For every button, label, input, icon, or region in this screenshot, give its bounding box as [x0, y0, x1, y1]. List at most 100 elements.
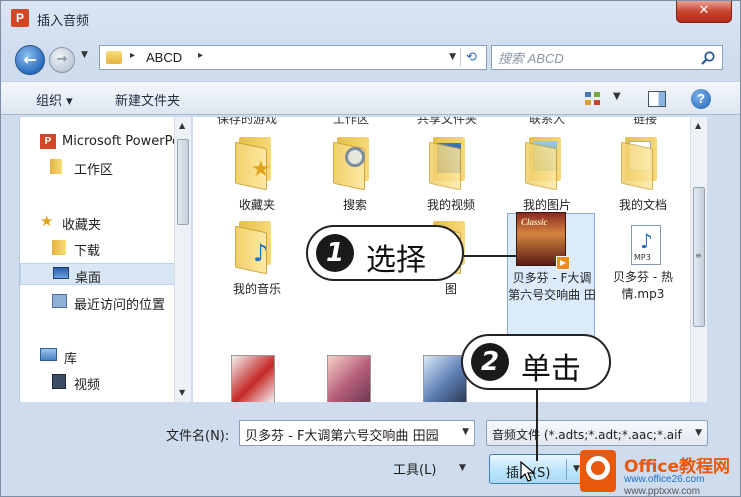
forward-button[interactable]: →	[49, 47, 75, 73]
library-icon	[40, 348, 57, 361]
search-folder-icon	[333, 137, 377, 191]
nav-item-label: 视频	[74, 378, 101, 393]
file-name-input[interactable]: 贝多芬 - F大调第六号交响曲 田园	[245, 425, 453, 443]
refresh-icon: ⟲	[466, 50, 477, 65]
mp3-file-icon: ♪ MP3	[621, 225, 665, 275]
callout-step-2: 2 单击	[461, 334, 611, 390]
file-item-my-documents[interactable]: 我的文档	[599, 125, 687, 215]
folder-icon	[50, 159, 62, 174]
nav-item-label: 最近访问的位置	[74, 298, 166, 313]
nav-item-videos[interactable]: 视频	[20, 371, 175, 393]
organize-button[interactable]: 组织 ▾	[36, 90, 73, 109]
help-icon[interactable]: ?	[691, 89, 711, 109]
scroll-up-icon[interactable]: ▲	[179, 121, 185, 130]
download-folder-icon	[52, 240, 66, 255]
nav-item-libraries[interactable]: 库	[20, 345, 175, 367]
tools-button[interactable]: 工具(L)	[393, 459, 436, 478]
command-toolbar: 组织 ▾ 新建文件夹 ▼ ?	[1, 81, 740, 115]
file-type-filter-value: 音频文件 (*.adts;*.adt;*.aac;*.aif	[492, 428, 682, 442]
step-number-badge: 1	[316, 234, 354, 272]
scroll-up-icon[interactable]: ▲	[695, 121, 701, 130]
file-name-label: 文件名(N):	[166, 429, 230, 444]
video-library-icon	[52, 374, 66, 389]
address-dropdown-icon[interactable]: ▼	[449, 52, 456, 62]
close-button[interactable]: ✕	[676, 1, 732, 23]
change-view-icon[interactable]	[584, 91, 602, 106]
media-play-badge-icon: ▶	[556, 256, 570, 270]
file-name-combobox[interactable]: 贝多芬 - F大调第六号交响曲 田园 ▼	[239, 420, 475, 446]
address-bar[interactable]: ▸ ABCD ▸ ▼ ⟲	[99, 45, 487, 70]
insert-button[interactable]: 插入(S) ▼	[489, 454, 587, 484]
split-divider	[566, 459, 567, 480]
step-number-badge: 2	[471, 343, 509, 381]
album-art-icon: Classic ▶	[516, 212, 570, 270]
breadcrumb-separator-icon[interactable]: ▸	[130, 50, 135, 61]
pictures-folder-icon	[525, 137, 569, 191]
image-thumbnail[interactable]	[231, 355, 275, 402]
music-folder-icon: ♪	[235, 221, 279, 275]
file-list-scrollbar[interactable]: ▲ ≡	[690, 117, 707, 402]
mp3-label: MP3	[634, 253, 651, 262]
new-folder-button[interactable]: 新建文件夹	[115, 90, 180, 109]
folder-icon	[106, 51, 122, 64]
filter-dropdown-icon[interactable]: ▼	[695, 428, 702, 438]
powerpoint-app-icon: P	[11, 9, 29, 27]
window-title: 插入音频	[37, 14, 90, 29]
insert-audio-dialog: P 插入音频 ✕ ← → ▼ ▸ ABCD ▸ ▼ ⟲ 组织 ▾ 新建文件夹	[0, 0, 741, 497]
nav-item-label: 收藏夹	[62, 218, 102, 233]
title-bar: P 插入音频 ✕	[1, 1, 740, 35]
search-icon[interactable]	[700, 50, 716, 66]
file-name-dropdown-icon[interactable]: ▼	[462, 427, 469, 437]
nav-item-recent-places[interactable]: 最近访问的位置	[20, 291, 175, 313]
breadcrumb-abcd[interactable]: ABCD	[146, 50, 182, 65]
file-item-search[interactable]: 搜索	[311, 125, 399, 215]
nav-item-powerpoint[interactable]: P Microsoft PowerPoint	[20, 131, 175, 153]
nav-item-workspace[interactable]: 工作区	[20, 156, 175, 178]
scrollbar-thumb[interactable]	[177, 139, 189, 225]
callout-text: 单击	[521, 352, 581, 387]
file-item-my-videos[interactable]: 我的视频	[407, 125, 495, 215]
forward-arrow-icon: →	[56, 52, 68, 67]
nav-item-desktop[interactable]: 桌面	[20, 263, 175, 285]
file-name: 图	[444, 282, 457, 296]
desktop-icon	[53, 267, 69, 279]
nav-item-favorites[interactable]: ★ 收藏夹	[20, 211, 175, 234]
navigation-pane: P Microsoft PowerPoint 工作区 ★ 收藏夹 下载 桌面 最…	[19, 117, 191, 402]
nav-item-downloads[interactable]: 下载	[20, 237, 175, 259]
watermark: Office教程网 www.office26.com www.pptxxw.co…	[576, 446, 741, 497]
nav-item-label: 桌面	[75, 271, 102, 285]
scrollbar-grip-icon: ≡	[695, 251, 702, 260]
file-name: 我的音乐	[232, 282, 281, 296]
scroll-down-icon[interactable]: ▼	[179, 388, 185, 397]
file-name: 贝多芬 - F大调第六号交响曲 田	[508, 271, 596, 302]
office-logo-icon	[580, 450, 616, 492]
search-box[interactable]	[491, 45, 723, 70]
nav-item-label: 库	[64, 352, 78, 367]
file-type-filter-select[interactable]: 音频文件 (*.adts;*.adt;*.aac;*.aif ▼	[486, 420, 708, 446]
back-button[interactable]: ←	[15, 45, 45, 75]
callout-leader-line	[536, 389, 538, 461]
callout-leader-line	[464, 255, 516, 257]
favorites-folder-icon: ★	[235, 137, 279, 191]
preview-pane-icon[interactable]	[648, 91, 666, 107]
search-input[interactable]	[498, 49, 688, 67]
refresh-button[interactable]: ⟲	[460, 48, 482, 67]
nav-item-label: 工作区	[74, 163, 114, 178]
history-dropdown-button[interactable]: ▼	[81, 50, 88, 60]
view-options-dropdown-icon[interactable]: ▼	[613, 91, 621, 102]
mouse-cursor-icon	[520, 461, 536, 482]
tools-dropdown-icon[interactable]: ▼	[459, 463, 466, 473]
recent-places-icon	[52, 294, 67, 308]
image-thumbnail[interactable]	[327, 355, 371, 402]
file-item-my-music[interactable]: ♪ 我的音乐	[213, 209, 301, 299]
file-item-favorites[interactable]: ★ 收藏夹	[213, 125, 301, 215]
file-item-beethoven-symphony-6[interactable]: Classic ▶ 贝多芬 - F大调第六号交响曲 田	[507, 212, 596, 341]
file-item-beethoven-appassionata[interactable]: ♪ MP3 贝多芬 - 热情.mp3	[599, 213, 687, 303]
documents-folder-icon	[621, 137, 665, 191]
navigation-row: ← → ▼ ▸ ABCD ▸ ▼ ⟲	[1, 37, 740, 75]
album-art-text: Classic	[521, 217, 548, 227]
navigation-scrollbar[interactable]: ▲ ▼	[174, 117, 191, 402]
breadcrumb-separator-icon[interactable]: ▸	[198, 50, 203, 61]
file-name: 贝多芬 - 热情.mp3	[613, 270, 673, 301]
file-item-my-pictures[interactable]: 我的图片	[503, 125, 591, 215]
